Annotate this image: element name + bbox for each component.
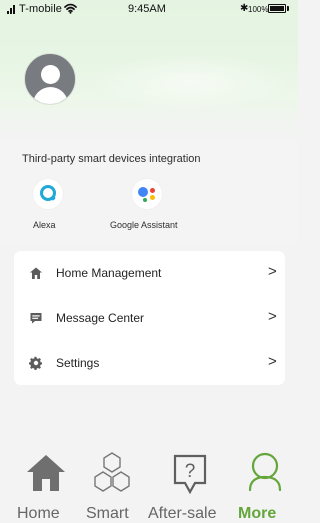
settings-label: Settings	[56, 356, 100, 370]
nav-more[interactable]: More	[238, 448, 294, 523]
home-management-row[interactable]: Home Management >	[14, 251, 285, 296]
more-screen: T-mobile 9:45AM ✱ 100% Third-party smart…	[0, 0, 298, 523]
battery-tip	[287, 6, 289, 11]
google-assistant-icon	[138, 187, 158, 202]
message-icon	[30, 313, 42, 324]
avatar-head-shape	[41, 65, 60, 84]
nav-smart-label: Smart	[86, 505, 129, 522]
nav-after-sale-label: After-sale	[148, 505, 217, 522]
alexa-button[interactable]	[33, 179, 63, 209]
bottom-navigation: Home Smart ? After-sale More	[0, 448, 298, 523]
battery-percentage: 100%	[248, 5, 269, 14]
google-red-dot	[150, 188, 155, 193]
message-center-row[interactable]: Message Center >	[14, 296, 285, 341]
gear-icon	[29, 356, 43, 370]
google-green-dot	[143, 198, 147, 202]
battery-icon	[268, 4, 286, 13]
nav-after-sale[interactable]: ? After-sale	[148, 448, 232, 523]
nav-more-label: More	[238, 505, 277, 522]
home-icon	[27, 455, 65, 491]
home-management-label: Home Management	[56, 266, 162, 280]
question-message-icon: ?	[173, 454, 207, 495]
nav-home[interactable]: Home	[17, 448, 77, 523]
user-icon	[248, 452, 282, 492]
profile-avatar[interactable]	[24, 53, 76, 105]
battery-fill	[270, 6, 284, 11]
google-blue-dot	[138, 187, 148, 197]
google-yellow-dot	[150, 195, 155, 200]
settings-row[interactable]: Settings >	[14, 341, 285, 386]
nav-home-label: Home	[17, 505, 60, 522]
status-time: 9:45AM	[128, 3, 166, 15]
hexagon-icon	[94, 452, 130, 492]
message-center-label: Message Center	[56, 311, 145, 325]
status-bar: T-mobile 9:45AM ✱ 100%	[0, 0, 298, 18]
svg-text:?: ?	[185, 461, 196, 482]
alexa-label: Alexa	[33, 220, 56, 230]
chevron-right-icon: >	[268, 353, 277, 370]
header-decorative-glow	[96, 54, 286, 110]
cellular-signal-icon	[7, 5, 15, 14]
settings-menu-card: Home Management > Message Center > Setti…	[14, 251, 285, 385]
google-assistant-label: Google Assistant	[110, 220, 178, 230]
carrier-name: T-mobile	[19, 3, 62, 15]
chevron-right-icon: >	[268, 263, 277, 280]
chevron-right-icon: >	[268, 308, 277, 325]
avatar-body-shape	[33, 87, 68, 104]
integration-title: Third-party smart devices integration	[22, 153, 201, 165]
wifi-icon	[64, 3, 77, 14]
home-icon	[30, 267, 42, 279]
nav-smart[interactable]: Smart	[86, 448, 146, 523]
google-assistant-button[interactable]	[132, 179, 162, 209]
